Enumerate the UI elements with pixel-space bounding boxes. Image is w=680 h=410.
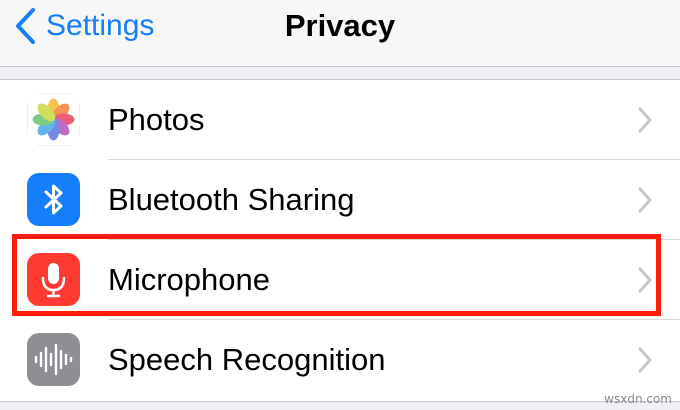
page-title: Privacy [284, 8, 396, 43]
list-item-label: Bluetooth Sharing [108, 182, 355, 217]
list-item-microphone[interactable]: Microphone [0, 240, 680, 320]
microphone-icon [27, 253, 80, 306]
navigation-bar: Settings Privacy [0, 0, 680, 67]
list-item-label: Speech Recognition [108, 342, 386, 377]
chevron-right-icon [636, 186, 654, 214]
chevron-right-icon [636, 346, 654, 374]
bluetooth-icon [27, 173, 80, 226]
list-item-bluetooth-sharing[interactable]: Bluetooth Sharing [0, 160, 680, 240]
privacy-settings-list: Photos Bluetooth Sharing Microphone Spee… [0, 79, 680, 402]
list-item-label: Microphone [108, 262, 270, 297]
photos-icon [27, 93, 80, 146]
list-item-photos[interactable]: Photos [0, 80, 680, 160]
list-item-label: Photos [108, 102, 205, 137]
chevron-right-icon [636, 106, 654, 134]
chevron-right-icon [636, 266, 654, 294]
watermark: wsxdn.com [604, 392, 672, 406]
speech-recognition-icon [27, 333, 80, 386]
list-item-speech-recognition[interactable]: Speech Recognition [0, 320, 680, 400]
